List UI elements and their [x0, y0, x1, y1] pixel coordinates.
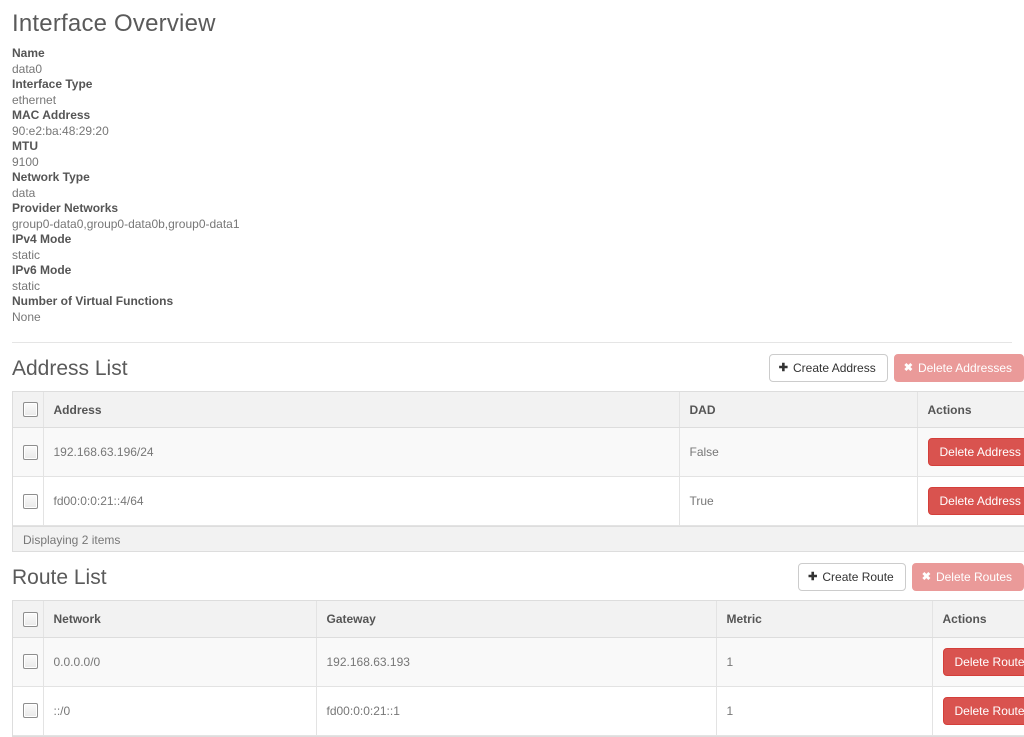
- field-label-ipv6-mode: IPv6 Mode: [12, 263, 72, 277]
- delete-addresses-button-label: Delete Addresses: [917, 361, 1012, 375]
- delete-routes-button-label: Delete Routes: [935, 570, 1012, 585]
- create-route-button[interactable]: ✚ Create Route: [798, 563, 906, 592]
- address-table-header-row: Address DAD Actions: [13, 392, 1024, 429]
- address-column-dad[interactable]: DAD: [679, 392, 918, 429]
- field-label-mtu: MTU: [12, 139, 38, 153]
- route-row-select-cell: [13, 637, 44, 687]
- plus-icon: ✚: [808, 570, 818, 583]
- field-label-ipv4-mode: IPv4 Mode: [12, 232, 72, 246]
- route-row-select-cell: [13, 686, 44, 736]
- field-value-provider-networks: group0-data0,group0-data0b,group0-data1: [12, 216, 240, 231]
- route-cell-metric: 1: [716, 686, 933, 736]
- route-table-header-row: Network Gateway Metric Actions: [13, 601, 1024, 638]
- delete-route-button[interactable]: Delete Route: [942, 647, 1024, 676]
- address-select-all-checkbox[interactable]: [23, 402, 38, 418]
- route-cell-network: ::/0: [43, 686, 317, 736]
- route-list-actions: ✚ Create Route ✖ Delete Routes: [798, 563, 1024, 592]
- route-cell-gateway: 192.168.63.193: [316, 637, 717, 687]
- field-value-interface-type: ethernet: [12, 92, 57, 107]
- field-value-mac-address: 90:e2:ba:48:29:20: [12, 123, 109, 138]
- interface-overview-definition-list: Name data0 Interface Type ethernet MAC A…: [0, 46, 1024, 325]
- route-column-gateway[interactable]: Gateway: [316, 601, 717, 638]
- address-list-section: Address List ✚ Create Address ✖ Delete A…: [0, 351, 1024, 553]
- field-label-provider-networks: Provider Networks: [12, 201, 119, 215]
- address-cell-dad: False: [679, 427, 918, 478]
- route-column-network[interactable]: Network: [43, 601, 317, 638]
- route-select-all-checkbox[interactable]: [23, 611, 38, 627]
- field-label-network-type: Network Type: [12, 170, 90, 184]
- address-row-checkbox[interactable]: [23, 444, 38, 460]
- route-cell-gateway: fd00:0:0:21::1: [316, 686, 717, 736]
- page-title: Interface Overview: [12, 10, 216, 37]
- delete-addresses-button[interactable]: ✖ Delete Addresses: [893, 354, 1024, 382]
- address-table: Address DAD Actions 192.168.63.196/24 Fa…: [13, 392, 1024, 527]
- route-cell-actions: Delete Route: [932, 686, 1024, 736]
- table-row: 192.168.63.196/24 False Delete Address: [13, 427, 1024, 478]
- field-label-interface-type: Interface Type: [12, 77, 93, 91]
- address-row-select-cell: [13, 476, 44, 527]
- field-label-name: Name: [12, 46, 45, 60]
- route-table-wrapper: Network Gateway Metric Actions 0.0.0.0/0…: [12, 600, 1024, 737]
- address-table-head: Address DAD Actions: [13, 392, 1024, 429]
- route-cell-network: 0.0.0.0/0: [43, 637, 317, 687]
- route-column-actions: Actions: [932, 601, 1024, 638]
- address-column-actions: Actions: [917, 392, 1024, 429]
- route-cell-actions: Delete Route: [932, 637, 1024, 687]
- field-value-name: data0: [12, 61, 43, 76]
- delete-routes-button[interactable]: ✖ Delete Routes: [911, 563, 1024, 592]
- create-address-button-label: Create Address: [793, 361, 876, 375]
- create-route-button-label: Create Route: [822, 570, 894, 585]
- route-table: Network Gateway Metric Actions 0.0.0.0/0…: [13, 601, 1024, 736]
- address-cell-address: fd00:0:0:21::4/64: [43, 476, 680, 527]
- table-row: ::/0 fd00:0:0:21::1 1 Delete Route: [13, 686, 1024, 736]
- close-icon: ✖: [921, 570, 931, 583]
- address-cell-actions: Delete Address: [917, 427, 1024, 478]
- address-table-body: 192.168.63.196/24 False Delete Address f…: [13, 427, 1024, 527]
- address-select-all-cell: [13, 392, 44, 429]
- field-value-network-type: data: [12, 185, 36, 200]
- delete-route-button[interactable]: Delete Route: [942, 696, 1024, 725]
- field-value-ipv6-mode: static: [12, 278, 41, 293]
- route-table-body: 0.0.0.0/0 192.168.63.193 1 Delete Route …: [13, 637, 1024, 736]
- address-cell-address: 192.168.63.196/24: [43, 427, 680, 478]
- route-row-checkbox[interactable]: [23, 654, 38, 670]
- close-icon: ✖: [903, 361, 913, 374]
- address-table-footer: Displaying 2 items: [13, 526, 1024, 553]
- field-value-number-of-virtual-functions: None: [12, 309, 41, 324]
- section-divider: [12, 342, 1012, 343]
- plus-icon: ✚: [778, 361, 788, 374]
- field-label-mac-address: MAC Address: [12, 108, 91, 122]
- address-row-checkbox[interactable]: [23, 493, 38, 509]
- address-cell-actions: Delete Address: [917, 476, 1024, 527]
- route-column-metric[interactable]: Metric: [716, 601, 933, 638]
- table-row: 0.0.0.0/0 192.168.63.193 1 Delete Route: [13, 637, 1024, 687]
- delete-address-button[interactable]: Delete Address: [927, 487, 1024, 516]
- create-address-button[interactable]: ✚ Create Address: [768, 354, 888, 382]
- address-cell-dad: True: [679, 476, 918, 527]
- address-list-title: Address List: [12, 357, 128, 380]
- route-list-header: Route List ✚ Create Route ✖ Delete Route…: [0, 560, 1024, 600]
- address-row-select-cell: [13, 427, 44, 478]
- route-select-all-cell: [13, 601, 44, 638]
- field-label-number-of-virtual-functions: Number of Virtual Functions: [12, 294, 174, 308]
- address-table-wrapper: Address DAD Actions 192.168.63.196/24 Fa…: [12, 391, 1024, 553]
- route-row-checkbox[interactable]: [23, 703, 38, 719]
- delete-address-button[interactable]: Delete Address: [927, 438, 1024, 467]
- interface-overview-page: Interface Overview Name data0 Interface …: [0, 0, 1024, 737]
- address-list-header: Address List ✚ Create Address ✖ Delete A…: [0, 351, 1024, 391]
- field-value-mtu: 9100: [12, 154, 39, 169]
- address-list-actions: ✚ Create Address ✖ Delete Addresses: [768, 354, 1024, 382]
- route-list-section: Route List ✚ Create Route ✖ Delete Route…: [0, 560, 1024, 737]
- table-row: fd00:0:0:21::4/64 True Delete Address: [13, 476, 1024, 527]
- field-value-ipv4-mode: static: [12, 247, 41, 262]
- route-table-head: Network Gateway Metric Actions: [13, 601, 1024, 638]
- route-list-title: Route List: [12, 566, 107, 590]
- route-cell-metric: 1: [716, 637, 933, 687]
- address-column-address[interactable]: Address: [43, 392, 680, 429]
